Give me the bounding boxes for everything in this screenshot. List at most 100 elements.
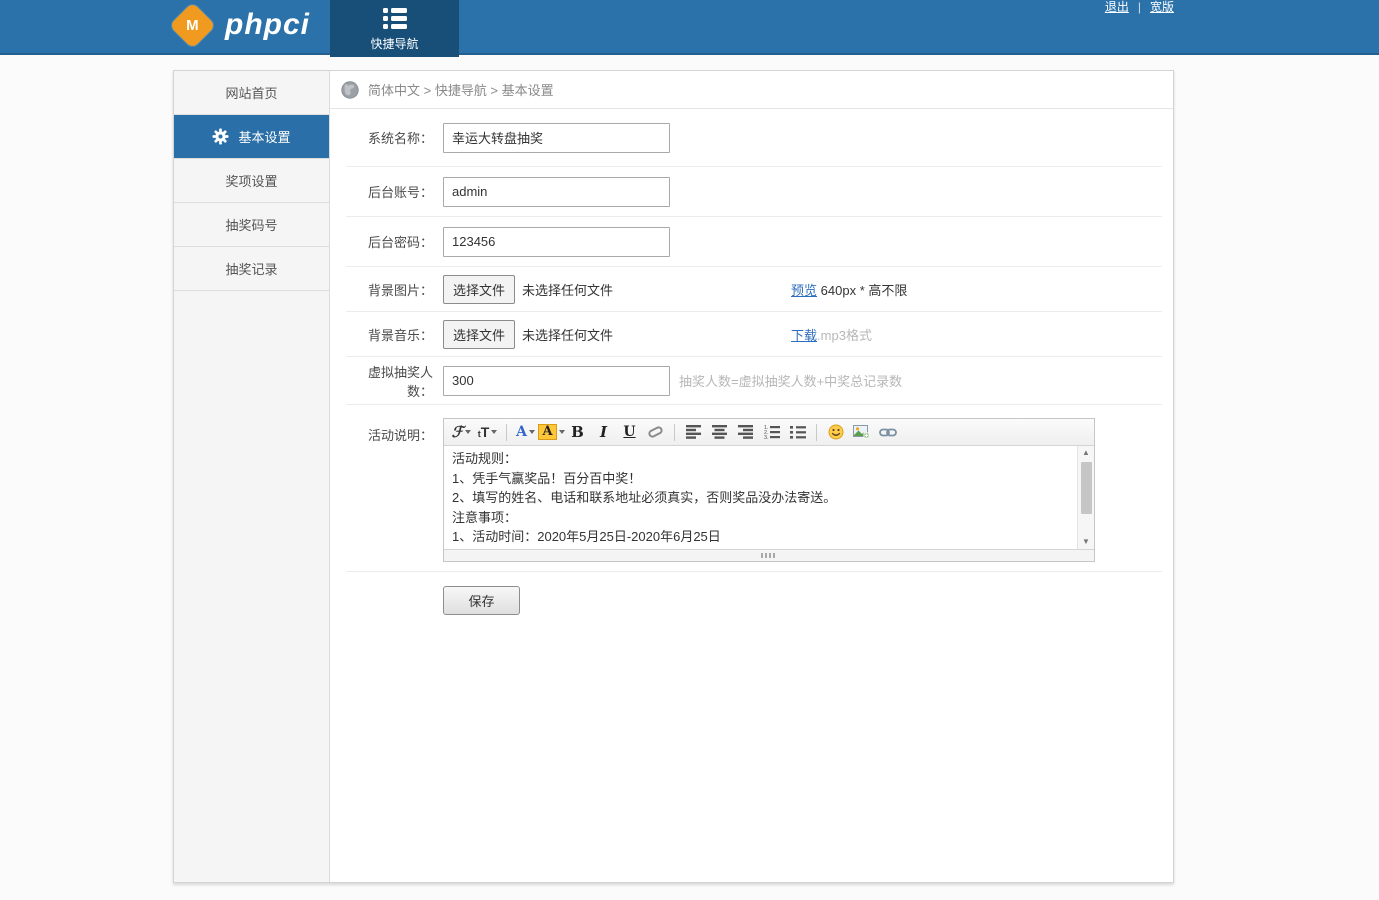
insert-image-button[interactable] [849, 421, 874, 443]
italic-button[interactable]: I [591, 421, 616, 443]
underline-button[interactable]: U [617, 421, 642, 443]
align-right-icon [738, 425, 754, 439]
ordered-list-icon: 1.2.3. [764, 425, 780, 439]
unordered-list-icon [790, 425, 806, 439]
gear-icon [212, 128, 229, 145]
align-center-button[interactable] [707, 421, 732, 443]
admin-password-label: 后台密码： [346, 232, 433, 251]
admin-password-input[interactable] [443, 227, 670, 257]
form-row-admin-password: 后台密码： [346, 217, 1162, 267]
underline-icon: U [623, 424, 635, 440]
font-size-icon: tT [478, 424, 490, 440]
sidebar-item-lottery-codes[interactable]: 抽奖码号 [174, 203, 329, 247]
logo-diamond-icon: M [169, 2, 216, 49]
virtual-count-hint: 抽奖人数=虚拟抽奖人数+中奖总记录数 [679, 371, 902, 390]
settings-form: 系统名称： 后台账号： 后台密码： 背景图片： 选 [330, 109, 1173, 629]
wide-layout-link[interactable]: 宽版 [1150, 0, 1174, 14]
chevron-down-icon [529, 430, 535, 434]
bg-music-file-status: 未选择任何文件 [522, 325, 613, 344]
bg-music-hint: .mp3格式 [817, 328, 872, 343]
tab-quick-nav[interactable]: 快捷导航 [330, 0, 459, 57]
editor-scrollbar[interactable]: ▲ ▼ [1077, 446, 1094, 549]
form-row-activity-desc: 活动说明： ℱ tT A [346, 405, 1162, 572]
image-icon [853, 425, 870, 439]
virtual-count-label: 虚拟抽奖人数： [346, 362, 433, 400]
globe-icon [341, 81, 359, 99]
save-button[interactable]: 保存 [443, 586, 520, 615]
bold-button[interactable]: B [565, 421, 590, 443]
form-row-system-name: 系统名称： [346, 109, 1162, 167]
sidebar-item-label: 抽奖记录 [225, 259, 277, 278]
form-row-bg-music: 背景音乐： 选择文件 未选择任何文件 下载.mp3格式 [346, 312, 1162, 357]
editor-line: 活动规则： [452, 449, 1069, 469]
bg-image-file-button[interactable]: 选择文件 [443, 275, 515, 304]
links-separator: | [1138, 0, 1141, 14]
scroll-down-icon[interactable]: ▼ [1082, 535, 1090, 549]
form-row-bg-image: 背景图片： 选择文件 未选择任何文件 预览 640px * 高不限 [346, 267, 1162, 312]
bg-image-label: 背景图片： [346, 280, 433, 299]
content-panel: 简体中文 > 快捷导航 > 基本设置 系统名称： 后台账号： 后台密码： [330, 71, 1173, 882]
editor-line: 1、凭手气赢奖品！百分百中奖！ [452, 469, 1069, 489]
editor-line: 注意事项： [452, 508, 1069, 528]
sidebar-item-label: 奖项设置 [225, 171, 277, 190]
sidebar-item-label: 基本设置 [238, 127, 290, 146]
insert-link-button[interactable] [875, 421, 900, 443]
toolbar-separator [816, 424, 817, 441]
editor-content[interactable]: 活动规则： 1、凭手气赢奖品！百分百中奖！ 2、填写的姓名、电话和联系地址必须真… [444, 446, 1077, 549]
svg-text:3.: 3. [764, 435, 769, 439]
font-size-button[interactable]: tT [475, 421, 500, 443]
tab-quick-nav-label: 快捷导航 [330, 35, 459, 52]
toolbar-separator [506, 424, 507, 441]
scroll-up-icon[interactable]: ▲ [1082, 446, 1090, 460]
preview-link[interactable]: 预览 [791, 283, 817, 298]
main-container: 网站首页 基本设置 奖项设置 [173, 70, 1174, 883]
system-name-input[interactable] [443, 123, 670, 153]
editor-line: 1、活动时间：2020年5月25日-2020年6月25日 [452, 527, 1069, 547]
align-left-icon [686, 425, 702, 439]
remove-format-button[interactable] [643, 421, 668, 443]
admin-account-input[interactable] [443, 177, 670, 207]
emoticon-button[interactable] [823, 421, 848, 443]
activity-desc-label: 活动说明： [346, 418, 433, 444]
virtual-count-input[interactable] [443, 366, 670, 396]
scrollbar-thumb[interactable] [1081, 462, 1092, 514]
highlight-color-button[interactable]: A [539, 421, 564, 443]
align-right-button[interactable] [733, 421, 758, 443]
logo-text: phpci [225, 8, 310, 42]
header-links: 退出 | 宽版 [1105, 0, 1174, 14]
download-link[interactable]: 下载 [791, 328, 817, 343]
system-name-label: 系统名称： [346, 128, 433, 147]
align-left-button[interactable] [681, 421, 706, 443]
toolbar-separator [674, 424, 675, 441]
sidebar-item-label: 抽奖码号 [225, 215, 277, 234]
sidebar-item-label: 网站首页 [225, 83, 277, 102]
form-row-save: 保存 [346, 572, 1162, 629]
form-row-admin-account: 后台账号： [346, 167, 1162, 217]
highlight-color-icon: A [538, 424, 556, 440]
sidebar-item-home[interactable]: 网站首页 [174, 71, 329, 115]
chevron-down-icon [491, 430, 497, 434]
font-family-icon: ℱ [452, 423, 464, 441]
logout-link[interactable]: 退出 [1105, 0, 1129, 14]
bg-image-file-status: 未选择任何文件 [522, 280, 613, 299]
link-icon [879, 427, 897, 438]
rich-text-editor: ℱ tT A A [443, 418, 1095, 562]
bg-image-hint: 640px * 高不限 [821, 283, 908, 298]
sidebar-item-basic-settings[interactable]: 基本设置 [174, 115, 329, 159]
align-center-icon [712, 425, 728, 439]
unordered-list-button[interactable] [785, 421, 810, 443]
ordered-list-button[interactable]: 1.2.3. [759, 421, 784, 443]
sidebar-item-lottery-records[interactable]: 抽奖记录 [174, 247, 329, 291]
font-color-button[interactable]: A [513, 421, 538, 443]
sidebar: 网站首页 基本设置 奖项设置 [174, 71, 330, 882]
logo[interactable]: M phpci [176, 8, 310, 42]
breadcrumb: 简体中文 > 快捷导航 > 基本设置 [330, 71, 1173, 109]
editor-line: 2、填写的姓名、电话和联系地址必须真实，否则奖品没办法寄送。 [452, 488, 1069, 508]
sidebar-item-prize-settings[interactable]: 奖项设置 [174, 159, 329, 203]
editor-resize-handle[interactable] [444, 549, 1094, 561]
chevron-down-icon [465, 430, 471, 434]
chevron-down-icon [559, 430, 565, 434]
bg-music-file-button[interactable]: 选择文件 [443, 320, 515, 349]
font-color-icon: A [516, 424, 527, 440]
font-family-button[interactable]: ℱ [449, 421, 474, 443]
